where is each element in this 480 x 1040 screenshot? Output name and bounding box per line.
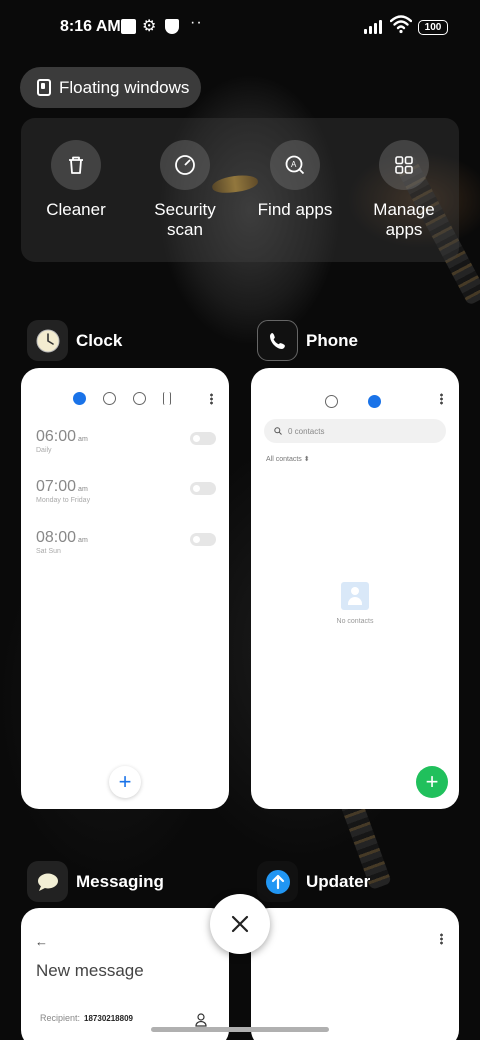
- status-bar: 8:16 AM ⚙ ·· 100: [0, 0, 480, 56]
- contacts-filter-dropdown[interactable]: All contacts ⬍: [266, 455, 310, 463]
- add-alarm-button[interactable]: +: [109, 766, 141, 798]
- floating-windows-label: Floating windows: [59, 77, 190, 97]
- new-message-title: New message: [36, 961, 144, 980]
- empty-state: No contacts: [251, 582, 459, 625]
- sort-icon: ⬍: [303, 456, 310, 463]
- updater-app-header[interactable]: Updater: [257, 861, 370, 902]
- contact-picker-icon[interactable]: [195, 1013, 207, 1027]
- find-apps-button[interactable]: A Find apps: [240, 140, 350, 220]
- home-indicator[interactable]: [151, 1027, 329, 1032]
- scan-icon: [160, 140, 210, 190]
- manage-apps-label: Manage apps: [373, 200, 435, 239]
- alarm-repeat: Monday to Friday: [36, 497, 91, 504]
- battery-icon: 100: [418, 20, 448, 35]
- alarm-item[interactable]: 07:00 am Monday to Friday: [36, 478, 216, 504]
- back-arrow-icon[interactable]: ←: [35, 934, 48, 949]
- search-app-icon: A: [270, 140, 320, 190]
- clear-all-button[interactable]: [210, 894, 270, 954]
- alarm-item[interactable]: 08:00 am Sat Sun: [36, 529, 216, 555]
- alarm-toggle[interactable]: [190, 432, 216, 445]
- gear-icon: ⚙: [142, 18, 157, 35]
- recipient-value: 18730218809: [84, 1014, 133, 1023]
- updater-more-icon[interactable]: [440, 933, 443, 945]
- messaging-app-name: Messaging: [76, 871, 164, 891]
- world-clock-tab-icon[interactable]: [103, 392, 116, 405]
- phone-tabs: [325, 395, 381, 408]
- clock-more-icon[interactable]: [210, 393, 213, 405]
- alarm-time: 06:00 am: [36, 428, 88, 445]
- cleaner-label: Cleaner: [46, 200, 106, 219]
- alarm-repeat: Sat Sun: [36, 548, 61, 555]
- timer-tab-icon[interactable]: [163, 392, 171, 405]
- phone-more-icon[interactable]: [440, 393, 443, 405]
- contacts-search-input[interactable]: 0 contacts: [264, 419, 446, 443]
- wifi-icon: [390, 15, 412, 34]
- clock-app-icon: [27, 320, 68, 361]
- recents-tab-icon[interactable]: [325, 395, 338, 408]
- contact-placeholder-icon: [341, 582, 369, 610]
- contacts-tab-icon[interactable]: [368, 395, 381, 408]
- empty-state-text: No contacts: [336, 618, 374, 625]
- stopwatch-tab-icon[interactable]: [133, 392, 146, 405]
- quick-actions-panel: Cleaner Security scan A Find apps Manage…: [21, 118, 459, 262]
- alarm-time: 07:00 am: [36, 478, 88, 495]
- manage-apps-button[interactable]: Manage apps: [349, 140, 459, 240]
- messaging-app-icon: [27, 861, 68, 902]
- floating-windows-button[interactable]: Floating windows: [20, 67, 201, 108]
- updater-app-card[interactable]: [251, 908, 459, 1040]
- status-time: 8:16 AM: [60, 18, 121, 35]
- svg-text:A: A: [291, 160, 297, 169]
- clock-app-name: Clock: [76, 330, 123, 350]
- grid-icon: [379, 140, 429, 190]
- cleaner-button[interactable]: Cleaner: [21, 140, 131, 220]
- phone-app-card[interactable]: 0 contacts All contacts ⬍ No contacts +: [251, 368, 459, 809]
- clock-app-header[interactable]: Clock: [27, 320, 122, 361]
- add-contact-button[interactable]: +: [416, 766, 448, 798]
- alarm-time: 08:00 am: [36, 529, 88, 546]
- shield-icon: [165, 19, 179, 34]
- alarm-toggle[interactable]: [190, 482, 216, 495]
- phone-app-icon: [257, 320, 298, 361]
- more-dots-icon: ··: [190, 14, 203, 31]
- alarm-toggle[interactable]: [190, 533, 216, 546]
- updater-app-name: Updater: [306, 871, 371, 891]
- alarm-item[interactable]: 06:00 am Daily: [36, 428, 216, 454]
- recipient-label: Recipient:: [40, 1013, 81, 1023]
- phone-app-header[interactable]: Phone: [257, 320, 358, 361]
- security-scan-label: Security scan: [154, 200, 216, 239]
- clock-app-card[interactable]: 06:00 am Daily 07:00 am Monday to Friday 0…: [21, 368, 229, 809]
- alarm-repeat: Daily: [36, 447, 52, 454]
- contacts-search-placeholder: 0 contacts: [288, 426, 325, 436]
- phone-app-name: Phone: [306, 330, 358, 350]
- signal-icon: [364, 20, 382, 34]
- clock-tabs: [73, 392, 171, 405]
- recipient-field[interactable]: Recipient: 18730218809: [40, 1013, 133, 1023]
- updater-app-icon: [257, 861, 298, 902]
- alarm-tab-icon[interactable]: [73, 392, 86, 405]
- close-icon: [231, 915, 249, 933]
- trash-icon: [51, 140, 101, 190]
- messaging-app-card[interactable]: ← New message Recipient: 18730218809: [21, 908, 229, 1040]
- search-icon: [274, 427, 282, 435]
- floating-window-icon: [37, 79, 51, 96]
- find-apps-label: Find apps: [257, 200, 333, 219]
- notification-square-icon: [121, 19, 136, 34]
- security-scan-button[interactable]: Security scan: [130, 140, 240, 240]
- messaging-app-header[interactable]: Messaging: [27, 861, 164, 902]
